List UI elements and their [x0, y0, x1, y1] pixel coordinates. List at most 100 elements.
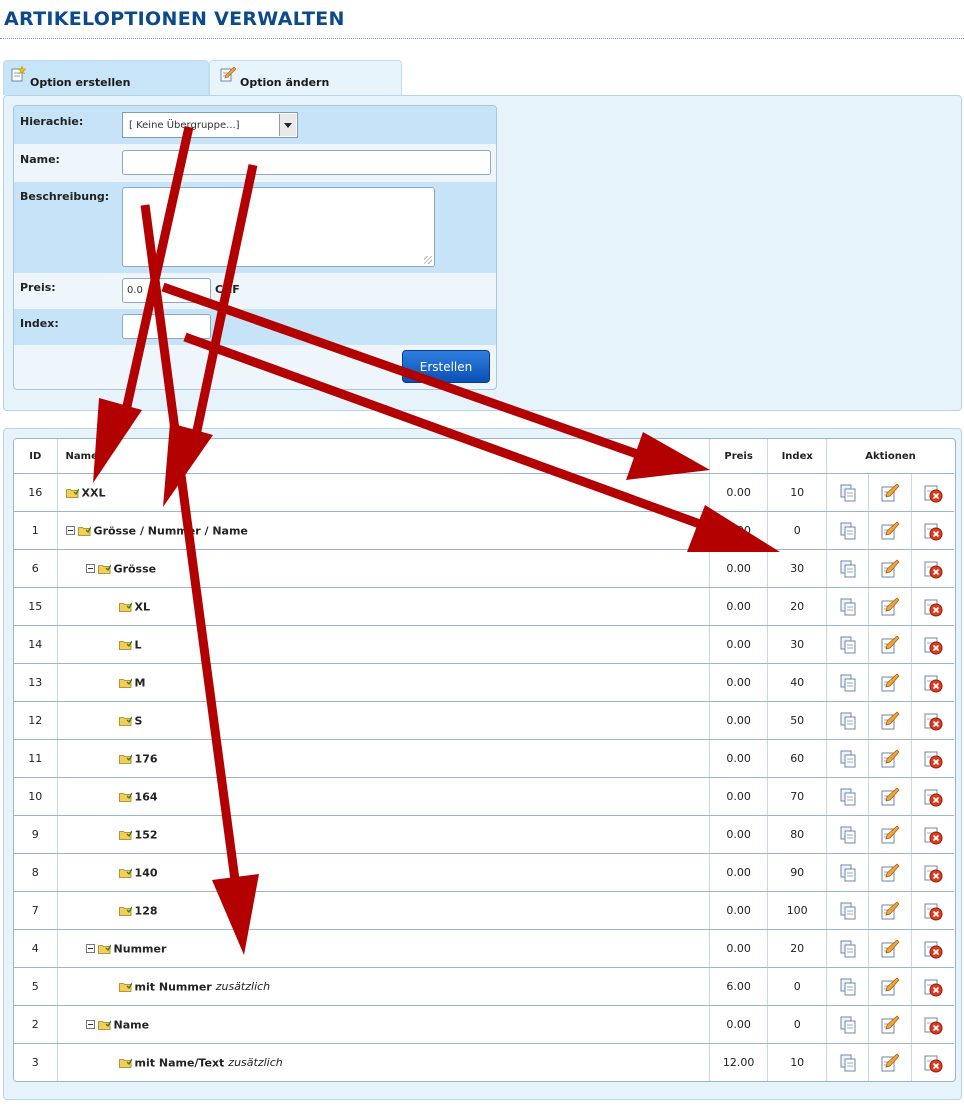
delete-icon[interactable] [923, 483, 943, 503]
delete-icon[interactable] [923, 863, 943, 883]
delete-icon[interactable] [923, 1053, 943, 1073]
collapse-toggle-icon[interactable] [65, 526, 75, 536]
name-label: Name: [20, 153, 60, 166]
delete-icon[interactable] [923, 711, 943, 731]
collapse-toggle-icon[interactable] [85, 944, 95, 954]
row-name-cell[interactable]: 152 [57, 815, 710, 854]
row-delete-cell [911, 777, 954, 816]
collapse-toggle-icon[interactable] [85, 1020, 95, 1030]
delete-icon[interactable] [923, 977, 943, 997]
edit-icon[interactable] [880, 787, 900, 807]
edit-icon[interactable] [880, 597, 900, 617]
row-name-cell[interactable]: 176 [57, 739, 710, 778]
row-name-cell[interactable]: mit Name/Text zusätzlich [57, 1043, 710, 1081]
create-button[interactable]: Erstellen [402, 350, 490, 383]
row-id: 6 [14, 549, 58, 588]
row-delete-cell [911, 929, 954, 968]
tab-edit-label: Option ändern [240, 76, 330, 89]
tab-edit-option[interactable]: Option ändern [209, 60, 402, 95]
row-name-cell[interactable]: Grösse / Nummer / Name [57, 511, 710, 550]
copy-icon[interactable] [838, 863, 858, 883]
row-name-cell[interactable]: XXL [57, 473, 710, 512]
row-name-cell[interactable]: 140 [57, 853, 710, 892]
edit-icon[interactable] [880, 483, 900, 503]
folder-check-icon [118, 602, 133, 612]
row-price: 0.00 [709, 511, 769, 550]
edit-icon[interactable] [880, 711, 900, 731]
copy-icon[interactable] [838, 825, 858, 845]
row-name-cell[interactable]: mit Nummer zusätzlich [57, 967, 710, 1006]
row-id: 8 [14, 853, 58, 892]
edit-icon[interactable] [880, 977, 900, 997]
folder-check-icon [77, 526, 92, 536]
row-name-cell[interactable]: S [57, 701, 710, 740]
copy-icon[interactable] [838, 977, 858, 997]
folder-check-icon [118, 868, 133, 878]
row-edit-cell [868, 549, 912, 588]
edit-icon[interactable] [880, 521, 900, 541]
copy-icon[interactable] [838, 787, 858, 807]
edit-icon[interactable] [880, 749, 900, 769]
collapse-toggle-icon[interactable] [85, 564, 95, 574]
tab-create-option[interactable]: Option erstellen [3, 60, 209, 95]
delete-icon[interactable] [923, 939, 943, 959]
folder-check-icon [97, 564, 112, 574]
delete-icon[interactable] [923, 673, 943, 693]
row-copy-cell [826, 929, 870, 968]
row-name: Nummer [113, 942, 167, 956]
copy-icon[interactable] [838, 939, 858, 959]
row-name-cell[interactable]: L [57, 625, 710, 664]
row-delete-cell [911, 549, 954, 588]
row-index: 20 [767, 929, 827, 968]
edit-icon[interactable] [880, 635, 900, 655]
row-name-cell[interactable]: 128 [57, 891, 710, 930]
delete-icon[interactable] [923, 635, 943, 655]
copy-icon[interactable] [838, 901, 858, 921]
copy-icon[interactable] [838, 483, 858, 503]
row-name-cell[interactable]: Grösse [57, 549, 710, 588]
description-textarea[interactable] [122, 187, 435, 267]
row-name-cell[interactable]: M [57, 663, 710, 702]
row-copy-cell [826, 511, 870, 550]
delete-icon[interactable] [923, 559, 943, 579]
copy-icon[interactable] [838, 711, 858, 731]
delete-icon[interactable] [923, 901, 943, 921]
delete-icon[interactable] [923, 749, 943, 769]
table-row: 13 M 0.00 40 [14, 663, 954, 702]
copy-icon[interactable] [838, 1053, 858, 1073]
copy-icon[interactable] [838, 521, 858, 541]
resize-grip-icon[interactable] [424, 256, 432, 264]
hierarchy-select[interactable]: [ Keine Übergruppe...] [122, 112, 298, 138]
row-name-cell[interactable]: 164 [57, 777, 710, 816]
row-edit-cell [868, 967, 912, 1006]
row-name-cell[interactable]: XL [57, 587, 710, 626]
delete-icon[interactable] [923, 825, 943, 845]
row-name-cell[interactable]: Nummer [57, 929, 710, 968]
copy-icon[interactable] [838, 559, 858, 579]
edit-icon[interactable] [880, 863, 900, 883]
folder-check-icon [97, 944, 112, 954]
price-label: Preis: [20, 281, 56, 294]
copy-icon[interactable] [838, 749, 858, 769]
col-header-actions: Aktionen [826, 439, 954, 474]
edit-icon[interactable] [880, 1053, 900, 1073]
delete-icon[interactable] [923, 1015, 943, 1035]
delete-icon[interactable] [923, 521, 943, 541]
chevron-down-icon[interactable] [279, 114, 296, 136]
copy-icon[interactable] [838, 597, 858, 617]
delete-icon[interactable] [923, 597, 943, 617]
edit-icon[interactable] [880, 939, 900, 959]
edit-icon[interactable] [880, 825, 900, 845]
delete-icon[interactable] [923, 787, 943, 807]
edit-icon[interactable] [880, 559, 900, 579]
edit-icon[interactable] [880, 901, 900, 921]
index-input[interactable] [122, 314, 211, 339]
copy-icon[interactable] [838, 1015, 858, 1035]
price-input[interactable]: 0.0 [122, 278, 211, 303]
copy-icon[interactable] [838, 635, 858, 655]
edit-icon[interactable] [880, 673, 900, 693]
row-name-cell[interactable]: Name [57, 1005, 710, 1044]
edit-icon[interactable] [880, 1015, 900, 1035]
name-input[interactable] [122, 150, 491, 175]
copy-icon[interactable] [838, 673, 858, 693]
